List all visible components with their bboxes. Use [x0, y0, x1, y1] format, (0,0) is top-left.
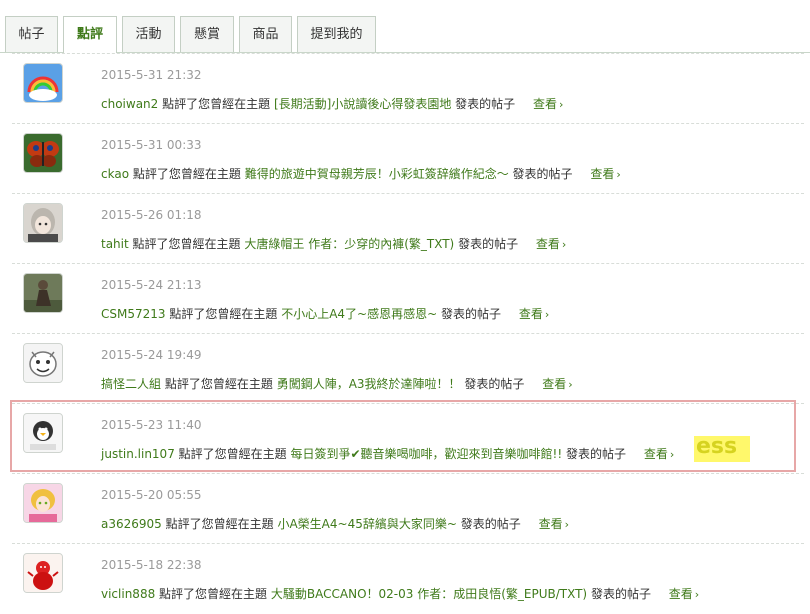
penguin-avatar[interactable]: [23, 413, 63, 453]
list-item: a3626905 點評了您曾經在主題 小A榮生A4~45辞繽與大家同樂~ 發表的…: [101, 515, 569, 532]
posted-text: 發表的帖子: [460, 517, 521, 531]
topic-link[interactable]: 難得的旅遊中賀母親芳辰！小彩虹簽辞繽作紀念～: [245, 167, 509, 181]
pink-girl-avatar[interactable]: [23, 483, 63, 523]
action-text: 點評了您曾經在主題: [159, 587, 268, 601]
rainbow-avatar[interactable]: [23, 63, 63, 103]
butterfly-avatar[interactable]: [23, 133, 63, 173]
item-time: 2015-5-20 05:55: [101, 488, 202, 502]
item-time: 2015-5-23 11:40: [101, 418, 202, 432]
tab-posts[interactable]: 帖子: [5, 16, 58, 52]
user-link[interactable]: viclin888: [101, 587, 155, 601]
action-text: 點評了您曾經在主題: [164, 377, 273, 391]
user-link[interactable]: CSM57213: [101, 307, 166, 321]
topic-link[interactable]: 每日簽到爭✔聽音樂喝咖啡，歡迎來到音樂咖啡館!!: [291, 447, 563, 461]
item-time: 2015-5-18 22:38: [101, 558, 202, 572]
tab-goods[interactable]: 商品: [239, 16, 292, 52]
list-item: viclin888 點評了您曾經在主題 大騷動BACCANO！02-03 作者：…: [101, 585, 699, 602]
list-item: CSM57213 點評了您曾經在主題 不小心上A4了~感恩再感恩~ 發表的帖子 …: [101, 305, 549, 322]
posted-text: 發表的帖子: [441, 307, 502, 321]
user-link[interactable]: a3626905: [101, 517, 162, 531]
posted-text: 發表的帖子: [464, 377, 525, 391]
red-doll-avatar[interactable]: [23, 553, 63, 593]
figure-avatar[interactable]: [23, 273, 63, 313]
item-time: 2015-5-31 00:33: [101, 138, 202, 152]
anime-girl-avatar[interactable]: [23, 203, 63, 243]
item-time: 2015-5-26 01:18: [101, 208, 202, 222]
action-text: 點評了您曾經在主題: [132, 167, 241, 181]
topic-link[interactable]: 小A榮生A4~45辞繽與大家同樂~: [277, 517, 456, 531]
cartoon-face-avatar[interactable]: [23, 343, 63, 383]
user-link[interactable]: justin.lin107: [101, 447, 175, 461]
list-item: tahit 點評了您曾經在主題 大唐綠帽王 作者：少穿的內褲(繁_TXT) 發表…: [101, 235, 566, 252]
list-item: ckao 點評了您曾經在主題 難得的旅遊中賀母親芳辰！小彩虹簽辞繽作紀念～ 發表…: [101, 165, 621, 182]
action-text: 點評了您曾經在主題: [132, 237, 241, 251]
topic-link[interactable]: 不小心上A4了~感恩再感恩~: [281, 307, 437, 321]
item-time: 2015-5-24 21:13: [101, 278, 202, 292]
view-link[interactable]: 查看 ›: [669, 587, 699, 601]
view-link[interactable]: 查看 ›: [590, 167, 620, 181]
view-link[interactable]: 查看 ›: [536, 237, 566, 251]
posted-text: 發表的帖子: [455, 97, 516, 111]
view-link[interactable]: 查看 ›: [519, 307, 549, 321]
view-link[interactable]: 查看 ›: [533, 97, 563, 111]
tab-activities[interactable]: 活動: [122, 16, 175, 52]
view-link[interactable]: 查看 ›: [542, 377, 572, 391]
topic-link[interactable]: 大騷動BACCANO！02-03 作者：成田良悟(繁_EPUB/TXT): [271, 587, 587, 601]
posted-text: 發表的帖子: [512, 167, 573, 181]
user-link[interactable]: tahit: [101, 237, 129, 251]
user-link[interactable]: ckao: [101, 167, 129, 181]
item-time: 2015-5-24 19:49: [101, 348, 202, 362]
action-text: 點評了您曾經在主題: [165, 517, 274, 531]
item-time: 2015-5-31 21:32: [101, 68, 202, 82]
tab-bar: 帖子 點評 活動 懸賞 商品 提到我的: [0, 0, 810, 53]
user-link[interactable]: 搞怪二人組: [101, 377, 161, 391]
view-link[interactable]: 查看 ›: [539, 517, 569, 531]
posted-text: 發表的帖子: [590, 587, 651, 601]
view-link[interactable]: 查看 ›: [644, 447, 674, 461]
posted-text: 發表的帖子: [458, 237, 519, 251]
list-item: justin.lin107 點評了您曾經在主題 每日簽到爭✔聽音樂喝咖啡，歡迎來…: [101, 445, 674, 462]
topic-link[interactable]: 勇闖鋼人陣，A3我終於達陣啦！！: [277, 377, 461, 391]
action-text: 點評了您曾經在主題: [169, 307, 278, 321]
tab-comments[interactable]: 點評: [63, 16, 117, 53]
action-text: 點評了您曾經在主題: [178, 447, 287, 461]
topic-link[interactable]: 大唐綠帽王 作者：少穿的內褲(繁_TXT): [244, 237, 454, 251]
tab-rewards[interactable]: 懸賞: [180, 16, 234, 52]
topic-link[interactable]: [長期活動]小說讀後心得發表園地: [274, 97, 451, 111]
ess-highlight-tag: ess: [694, 436, 750, 462]
list-item: 搞怪二人組 點評了您曾經在主題 勇闖鋼人陣，A3我終於達陣啦！！ 發表的帖子 查…: [101, 375, 573, 392]
list-item: choiwan2 點評了您曾經在主題 [長期活動]小說讀後心得發表園地 發表的帖…: [101, 95, 563, 112]
user-link[interactable]: choiwan2: [101, 97, 158, 111]
tab-mentions[interactable]: 提到我的: [297, 16, 376, 52]
posted-text: 發表的帖子: [566, 447, 627, 461]
action-text: 點評了您曾經在主題: [162, 97, 271, 111]
